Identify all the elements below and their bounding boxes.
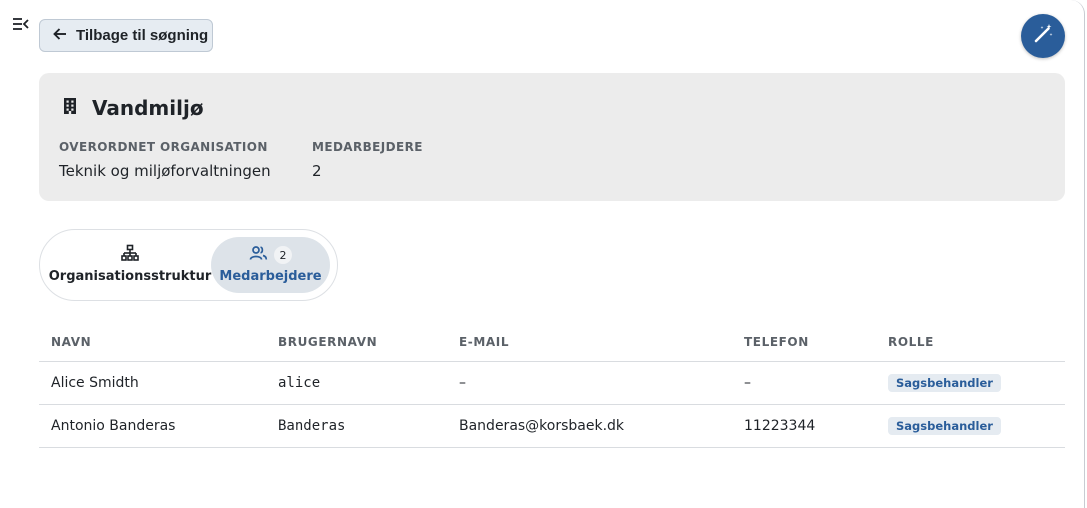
parent-organisation: OVERORDNET ORGANISATION Teknik og miljøf… (59, 140, 271, 180)
arrow-left-icon (52, 26, 68, 46)
table-row[interactable]: Antonio Banderas Banderas Banderas@korsb… (39, 404, 1065, 448)
back-to-search-button[interactable]: Tilbage til søgning (39, 19, 213, 52)
parent-organisation-label: OVERORDNET ORGANISATION (59, 140, 268, 154)
tab-organisation-structure-label: Organisationsstruktur (48, 269, 212, 284)
cell-name: Alice Smidth (39, 361, 266, 405)
employees-table: NAVN BRUGERNAVN E-MAIL TELEFON ROLLE Ali… (39, 322, 1065, 448)
cell-username: alice (266, 361, 447, 405)
column-header-role[interactable]: ROLLE (876, 322, 1065, 362)
unit-info-card: Vandmiljø OVERORDNET ORGANISATION Teknik… (39, 73, 1065, 201)
cell-username: Banderas (266, 404, 447, 448)
org-chart-icon (121, 244, 139, 266)
cell-email: – (447, 361, 732, 405)
magic-wand-button[interactable] (1021, 14, 1065, 58)
role-badge: Sagsbehandler (888, 374, 1001, 392)
tab-organisation-structure[interactable]: Organisationsstruktur (49, 237, 211, 293)
role-badge: Sagsbehandler (888, 417, 1001, 435)
people-icon (249, 245, 268, 265)
parent-organisation-value: Teknik og miljøforvaltningen (59, 162, 271, 180)
tab-employees-label: Medarbejdere (219, 269, 322, 284)
collapse-menu-icon[interactable] (12, 16, 30, 32)
column-header-email[interactable]: E-MAIL (447, 322, 732, 362)
column-header-username[interactable]: BRUGERNAVN (266, 322, 447, 362)
column-header-name[interactable]: NAVN (39, 322, 266, 362)
employee-count-value: 2 (312, 162, 322, 180)
cell-role: Sagsbehandler (876, 361, 1065, 405)
unit-title-row: Vandmiljø (61, 96, 204, 120)
employee-count: MEDARBEJDERE 2 (312, 140, 423, 180)
view-tabs: Organisationsstruktur 2 Medarbejdere (39, 229, 338, 301)
table-header-row: NAVN BRUGERNAVN E-MAIL TELEFON ROLLE (39, 322, 1065, 362)
building-icon (61, 97, 79, 119)
cell-role: Sagsbehandler (876, 404, 1065, 448)
cell-name: Antonio Banderas (39, 404, 266, 448)
table-row[interactable]: Alice Smidth alice – – Sagsbehandler (39, 361, 1065, 405)
tab-employees[interactable]: 2 Medarbejdere (211, 237, 330, 293)
column-header-phone[interactable]: TELEFON (732, 322, 876, 362)
magic-wand-icon (1032, 23, 1054, 49)
unit-name: Vandmiljø (92, 96, 204, 120)
employees-count-badge: 2 (274, 246, 292, 264)
employee-count-label: MEDARBEJDERE (312, 140, 423, 154)
back-button-label: Tilbage til søgning (76, 27, 209, 44)
cell-email[interactable]: Banderas@korsbaek.dk (447, 404, 732, 448)
cell-phone: – (732, 361, 876, 405)
cell-phone: 11223344 (732, 404, 876, 448)
